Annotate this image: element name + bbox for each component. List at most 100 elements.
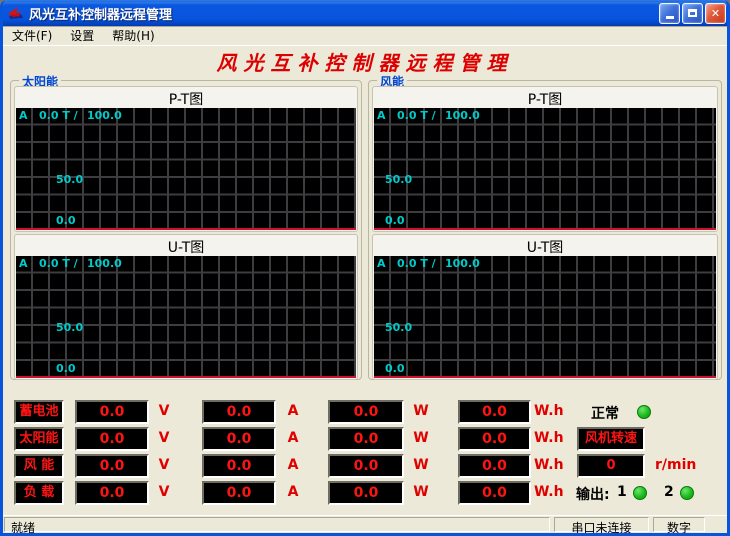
- menu-settings[interactable]: 设置: [61, 25, 103, 46]
- axis-channel-label: A: [377, 109, 386, 122]
- y-min-label: 0.0: [385, 214, 405, 227]
- window-title: 风光互补控制器远程管理: [29, 4, 657, 23]
- output-1-indicator: [633, 486, 647, 500]
- wind-power-display: 0.0: [328, 454, 404, 478]
- battery-voltage-display: 0.0: [75, 400, 149, 424]
- cursor-readout: 0.0 T /: [39, 109, 78, 122]
- solar-voltage-display: 0.0: [75, 427, 149, 451]
- y-mid-label: 50.0: [385, 173, 412, 186]
- y-mid-label: 50.0: [385, 321, 412, 334]
- readings-row-load: 负 载 0.0 V 0.0 A 0.0 W 0.0 W.h 输出: 1 2: [3, 481, 727, 505]
- app-window: 风光互补控制器远程管理 ✕ 文件(F) 设置 帮助(H) 风光互补控制器远程管理…: [0, 0, 730, 536]
- watt-unit: W: [409, 457, 433, 473]
- close-button[interactable]: ✕: [705, 3, 726, 24]
- x-axis-line: [374, 376, 716, 378]
- menu-help[interactable]: 帮助(H): [103, 25, 163, 46]
- axis-channel-label: A: [19, 109, 28, 122]
- watt-unit: W: [409, 403, 433, 419]
- status-bar: 就绪 串口未连接 数字: [3, 515, 727, 533]
- cursor-readout: 0.0 T /: [39, 257, 78, 270]
- solar-pt-chart-block: P-T图 A 0.0 T / 100.0 50.0 0.0: [14, 86, 358, 232]
- cursor-readout: 0.0 T /: [397, 257, 436, 270]
- y-max-label: 100.0: [87, 257, 122, 270]
- amp-unit: A: [282, 430, 304, 446]
- solar-pt-chart: A 0.0 T / 100.0 50.0 0.0: [16, 108, 356, 230]
- maximize-button[interactable]: [682, 3, 703, 24]
- y-min-label: 0.0: [56, 214, 76, 227]
- y-mid-label: 50.0: [56, 173, 83, 186]
- axis-channel-label: A: [19, 257, 28, 270]
- watthour-unit: W.h: [534, 403, 572, 419]
- group-wind: 风能 P-T图 A 0.0 T / 100.0 50.0 0.0 U-T图 A …: [368, 80, 722, 380]
- volt-unit: V: [153, 403, 175, 419]
- amp-unit: A: [282, 484, 304, 500]
- watthour-unit: W.h: [534, 484, 572, 500]
- solar-label: 太阳能: [14, 427, 64, 451]
- output-1-label: 1: [617, 484, 627, 500]
- watt-unit: W: [409, 484, 433, 500]
- fan-speed-display: 0: [577, 454, 645, 478]
- normal-status-label: 正常: [591, 403, 619, 423]
- normal-status-indicator: [637, 405, 651, 419]
- output-2-label: 2: [664, 484, 674, 500]
- solar-ut-chart-block: U-T图 A 0.0 T / 100.0 50.0 0.0: [14, 234, 358, 380]
- wind-ut-chart-title: U-T图: [373, 235, 717, 255]
- wind-pt-chart: A 0.0 T / 100.0 50.0 0.0: [374, 108, 716, 230]
- amp-unit: A: [282, 403, 304, 419]
- solar-pt-chart-title: P-T图: [15, 87, 357, 107]
- statusbar-serial-status: 串口未连接: [554, 517, 649, 532]
- load-energy-display: 0.0: [458, 481, 531, 505]
- x-axis-line: [374, 228, 716, 230]
- wind-pt-chart-block: P-T图 A 0.0 T / 100.0 50.0 0.0: [372, 86, 718, 232]
- wind-ut-chart: A 0.0 T / 100.0 50.0 0.0: [374, 256, 716, 378]
- solar-current-display: 0.0: [202, 427, 276, 451]
- wind-pt-chart-title: P-T图: [373, 87, 717, 107]
- y-max-label: 100.0: [445, 257, 480, 270]
- menu-bar: 文件(F) 设置 帮助(H): [3, 26, 727, 46]
- readings-row-wind: 风 能 0.0 V 0.0 A 0.0 W 0.0 W.h 0 r/min: [3, 454, 727, 478]
- output-2-indicator: [680, 486, 694, 500]
- fan-speed-unit: r/min: [655, 457, 696, 473]
- solar-power-display: 0.0: [328, 427, 404, 451]
- axis-channel-label: A: [377, 257, 386, 270]
- load-current-display: 0.0: [202, 481, 276, 505]
- battery-energy-display: 0.0: [458, 400, 531, 424]
- volt-unit: V: [153, 484, 175, 500]
- group-solar: 太阳能 P-T图 A 0.0 T / 100.0 50.0 0.0 U-T图 A…: [10, 80, 362, 380]
- watthour-unit: W.h: [534, 457, 572, 473]
- wind-ut-chart-block: U-T图 A 0.0 T / 100.0 50.0 0.0: [372, 234, 718, 380]
- watt-unit: W: [409, 430, 433, 446]
- cursor-readout: 0.0 T /: [397, 109, 436, 122]
- readings-row-battery: 蓄电池 0.0 V 0.0 A 0.0 W 0.0 W.h 正常: [3, 400, 727, 424]
- close-icon: ✕: [711, 7, 720, 20]
- y-min-label: 0.0: [385, 362, 405, 375]
- title-bar: 风光互补控制器远程管理 ✕: [0, 0, 730, 26]
- y-max-label: 100.0: [445, 109, 480, 122]
- output-label: 输出:: [576, 484, 610, 504]
- readings-row-solar: 太阳能 0.0 V 0.0 A 0.0 W 0.0 W.h 风机转速: [3, 427, 727, 451]
- wind-label: 风 能: [14, 454, 64, 478]
- fan-speed-label: 风机转速: [577, 427, 645, 451]
- maximize-icon: [688, 9, 697, 17]
- x-axis-line: [16, 228, 356, 230]
- battery-label: 蓄电池: [14, 400, 64, 424]
- statusbar-ready: 就绪: [4, 517, 550, 532]
- page-title: 风光互补控制器远程管理: [3, 47, 727, 76]
- solar-ut-chart: A 0.0 T / 100.0 50.0 0.0: [16, 256, 356, 378]
- menu-file[interactable]: 文件(F): [3, 25, 61, 46]
- statusbar-num-mode: 数字: [653, 517, 705, 532]
- y-max-label: 100.0: [87, 109, 122, 122]
- wind-current-display: 0.0: [202, 454, 276, 478]
- volt-unit: V: [153, 430, 175, 446]
- minimize-button[interactable]: [659, 3, 680, 24]
- app-icon: [7, 5, 25, 21]
- y-mid-label: 50.0: [56, 321, 83, 334]
- volt-unit: V: [153, 457, 175, 473]
- wind-voltage-display: 0.0: [75, 454, 149, 478]
- solar-ut-chart-title: U-T图: [15, 235, 357, 255]
- y-min-label: 0.0: [56, 362, 76, 375]
- load-voltage-display: 0.0: [75, 481, 149, 505]
- load-label: 负 载: [14, 481, 64, 505]
- solar-energy-display: 0.0: [458, 427, 531, 451]
- wind-energy-display: 0.0: [458, 454, 531, 478]
